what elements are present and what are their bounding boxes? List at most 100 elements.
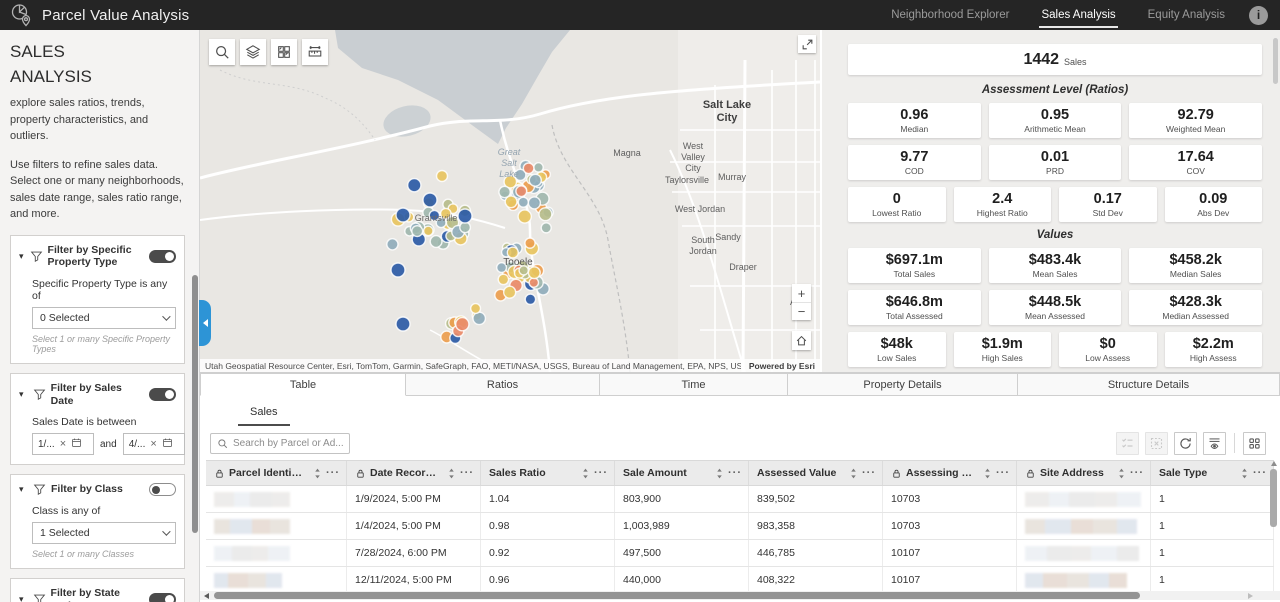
scroll-right-arrow[interactable] (1248, 593, 1253, 599)
end-date-input[interactable]: 4/... × (123, 433, 185, 455)
powered-by-esri-link[interactable]: Powered by Esri (749, 361, 815, 371)
sort-icon[interactable] (983, 467, 992, 480)
info-button[interactable]: i (1249, 6, 1268, 25)
column-header-assessing-neig-[interactable]: Assessing Neig...··· (883, 461, 1017, 485)
tab-sales[interactable]: Sales (238, 406, 290, 426)
tab-structure-details[interactable]: Structure Details (1018, 373, 1280, 396)
clear-date-icon[interactable]: × (150, 439, 156, 450)
filter-toggle[interactable] (149, 483, 176, 496)
scroll-left-arrow[interactable] (204, 593, 209, 599)
filter-toggle[interactable] (149, 250, 176, 263)
zoom-out-button[interactable]: − (792, 302, 811, 320)
sidebar-intro-1: explore sales ratios, trends, property c… (10, 95, 187, 145)
sidebar-intro-2: Use filters to refine sales data. Select… (10, 157, 187, 223)
sort-icon[interactable] (715, 467, 724, 480)
nav-item-neighborhood-explorer[interactable]: Neighborhood Explorer (889, 2, 1011, 28)
collapse-caret-icon[interactable]: ▾ (19, 251, 25, 262)
clear-selection-button[interactable] (1145, 432, 1168, 455)
map-canvas[interactable]: Salt LakeCityMagnaWestValleyCityTaylorsv… (200, 30, 820, 372)
column-menu-icon[interactable]: ··· (326, 467, 340, 479)
refresh-button[interactable] (1174, 432, 1197, 455)
column-menu-icon[interactable]: ··· (1130, 467, 1144, 479)
tab-time[interactable]: Time (600, 373, 788, 396)
clear-date-icon[interactable]: × (60, 439, 66, 450)
table-search[interactable] (210, 433, 350, 454)
filter-toggle[interactable] (149, 593, 176, 602)
column-menu-icon[interactable]: ··· (862, 467, 876, 479)
stat-card-cod: 9.77COD (848, 145, 981, 180)
map-expand-button[interactable] (798, 35, 816, 53)
tab-property-details[interactable]: Property Details (788, 373, 1018, 396)
table-cell: 803,900 (615, 486, 749, 512)
map-home-button[interactable] (792, 331, 811, 350)
redacted-value (1025, 492, 1141, 507)
table-actions-button[interactable] (1243, 432, 1266, 455)
column-menu-icon[interactable]: ··· (594, 467, 608, 479)
stats-scrollbar-thumb[interactable] (1273, 38, 1278, 84)
collapse-caret-icon[interactable]: ▾ (19, 484, 28, 495)
vertical-scrollbar[interactable] (1270, 461, 1278, 595)
filter-toggle[interactable] (149, 388, 176, 401)
stat-value: $0 (1100, 336, 1116, 353)
zoom-in-button[interactable]: + (792, 284, 811, 302)
column-header-assessed-value[interactable]: Assessed Value··· (749, 461, 883, 485)
map-search-button[interactable] (209, 39, 235, 65)
column-header-sales-ratio[interactable]: Sales Ratio··· (481, 461, 615, 485)
column-header-parcel-identific-[interactable]: Parcel Identific...··· (206, 461, 347, 485)
stat-label: Arithmetic Mean (1024, 124, 1085, 134)
stat-card-total-sales: $697.1mTotal Sales (848, 248, 981, 283)
table-row[interactable]: 7/28/2024, 6:00 PM0.92497,500446,7851010… (206, 540, 1274, 567)
table-row[interactable]: 1/9/2024, 5:00 PM1.04803,900839,50210703… (206, 486, 1274, 513)
svg-text:Grantsville: Grantsville (415, 213, 458, 223)
map-measure-button[interactable] (302, 39, 328, 65)
table-row[interactable]: 12/11/2024, 5:00 PM0.96440,000408,322101… (206, 567, 1274, 594)
filter-select[interactable]: 0 Selected (32, 307, 176, 329)
tab-table[interactable]: Table (200, 373, 406, 396)
column-header-date-recorded[interactable]: Date Recorded··· (347, 461, 481, 485)
collapse-caret-icon[interactable]: ▾ (19, 594, 28, 602)
map-layers-button[interactable] (240, 39, 266, 65)
column-header-sale-amount[interactable]: Sale Amount··· (615, 461, 749, 485)
collapse-caret-icon[interactable]: ▾ (19, 389, 28, 400)
horizontal-scrollbar-thumb[interactable] (214, 592, 1140, 599)
sidebar-collapse-handle[interactable] (199, 300, 211, 346)
sort-icon[interactable] (1240, 467, 1249, 480)
show-selection-button[interactable] (1116, 432, 1139, 455)
calendar-icon[interactable] (71, 435, 82, 453)
sort-icon[interactable] (581, 467, 590, 480)
horizontal-scrollbar[interactable] (200, 591, 1280, 600)
table-cell: 10703 (883, 486, 1017, 512)
table-row[interactable]: 1/4/2024, 5:00 PM0.981,003,989983,358107… (206, 513, 1274, 540)
sort-icon[interactable] (849, 467, 858, 480)
column-header-sale-type[interactable]: Sale Type··· (1151, 461, 1274, 485)
vertical-scrollbar-thumb[interactable] (1270, 469, 1277, 527)
calendar-icon[interactable] (162, 435, 173, 453)
column-header-site-address[interactable]: Site Address··· (1017, 461, 1151, 485)
tab-ratios[interactable]: Ratios (406, 373, 600, 396)
column-menu-icon[interactable]: ··· (728, 467, 742, 479)
start-date-input[interactable]: 1/...× (32, 433, 94, 455)
table-cell (206, 567, 347, 593)
show-hide-columns-button[interactable] (1203, 432, 1226, 455)
table-search-input[interactable] (233, 438, 343, 449)
nav-item-sales-analysis[interactable]: Sales Analysis (1039, 2, 1117, 28)
nav-item-equity-analysis[interactable]: Equity Analysis (1146, 2, 1227, 28)
date-value: 4/... (129, 439, 146, 450)
column-menu-icon[interactable]: ··· (996, 467, 1010, 479)
scroll-up-arrow[interactable] (1271, 461, 1277, 466)
table-toolbar (200, 426, 1280, 460)
map-basemap-button[interactable] (271, 39, 297, 65)
toggle-knob (165, 595, 174, 602)
sort-icon[interactable] (447, 467, 456, 480)
redacted-value (1025, 573, 1127, 588)
stat-card-low-sales: $48kLow Sales (848, 332, 946, 367)
stat-value: 17.64 (1178, 149, 1214, 166)
sort-icon[interactable] (313, 467, 322, 480)
filter-select[interactable]: 1 Selected (32, 522, 176, 544)
sidebar-scrollbar-thumb[interactable] (192, 275, 198, 533)
table-cell: 1 (1151, 513, 1274, 539)
column-menu-icon[interactable]: ··· (1253, 467, 1267, 479)
stat-value: 9.77 (900, 149, 928, 166)
sort-icon[interactable] (1117, 467, 1126, 480)
column-menu-icon[interactable]: ··· (460, 467, 474, 479)
